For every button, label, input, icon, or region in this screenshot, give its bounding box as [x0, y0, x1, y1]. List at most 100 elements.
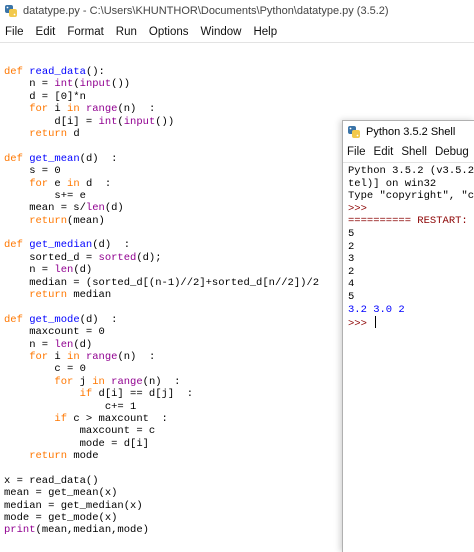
code-line: def get_mean(d) :: [4, 153, 319, 165]
code-line: median = (sorted_d[(n-1)//2]+sorted_d[n/…: [4, 277, 319, 289]
code-line: return(mean): [4, 215, 319, 227]
code-editor[interactable]: def read_data(): n = int(input()) d = [0…: [4, 66, 319, 537]
code-token: sorted: [98, 251, 137, 264]
editor-menu-file[interactable]: File: [0, 22, 30, 42]
code-token: (n) :: [117, 350, 156, 363]
code-token: i: [54, 103, 68, 116]
editor-menu-window[interactable]: Window: [195, 22, 248, 42]
code-token: (d) :: [92, 239, 131, 252]
shell-line-text: 3.2 3.0 2: [348, 303, 405, 316]
code-line: maxcount = c: [4, 425, 319, 437]
code-token: return: [4, 127, 74, 140]
code-token: for: [4, 177, 55, 190]
code-token: median = (sorted_d[(n-1)//2]+sorted_d[n/…: [4, 276, 320, 289]
code-token: mode = get_mode(x): [4, 512, 118, 525]
text-cursor: [375, 316, 377, 329]
code-token: d = [0]*n: [4, 90, 86, 103]
editor-menu-format[interactable]: Format: [61, 22, 109, 42]
shell-line: 5: [348, 291, 474, 304]
code-token: in: [92, 375, 112, 388]
code-token: input: [123, 115, 156, 128]
shell-menu-debug[interactable]: Debug: [431, 142, 473, 162]
code-token: median = get_median(x): [4, 499, 143, 512]
code-token: c = 0: [4, 363, 86, 376]
code-token: return: [4, 289, 74, 302]
code-line: sorted_d = sorted(d);: [4, 252, 319, 264]
code-token: d[i] == d[j] :: [98, 388, 194, 401]
shell-output-area[interactable]: Python 3.5.2 (v3.5.2:4def2a2901a5, Jun 2…: [343, 163, 474, 331]
code-token: print: [4, 524, 36, 537]
code-line: c+= 1: [4, 401, 319, 413]
code-token: range: [85, 103, 118, 116]
shell-line: ========== RESTART: C:\Users\KHUNTHOR\Do…: [348, 215, 474, 228]
code-token: x = read_data(): [4, 474, 99, 487]
code-line: def read_data():: [4, 66, 319, 78]
shell-line-text: 5: [348, 290, 355, 303]
editor-menu-edit[interactable]: Edit: [30, 22, 62, 42]
shell-menu-file[interactable]: File: [343, 142, 370, 162]
code-line: return mode: [4, 450, 319, 462]
code-token: (n) :: [142, 375, 181, 388]
shell-line-text: Type "copyright", "credits" or "license(…: [348, 190, 474, 203]
code-line: if c > maxcount :: [4, 413, 319, 425]
code-line: mode = get_mode(x): [4, 512, 319, 524]
shell-line-text: 4: [348, 278, 355, 291]
code-line: return median: [4, 289, 319, 301]
python-idle-icon: [348, 125, 360, 138]
shell-menu-shell[interactable]: Shell: [397, 142, 431, 162]
editor-title: datatype.py - C:\Users\KHUNTHOR\Document…: [23, 5, 389, 17]
shell-window: Python 3.5.2 Shell FileEditShellDebugOpt…: [342, 120, 474, 552]
code-token: ()): [155, 115, 175, 128]
editor-menu-options[interactable]: Options: [143, 22, 195, 42]
code-token: def: [4, 313, 30, 326]
code-token: int: [54, 78, 74, 91]
code-line: d = [0]*n: [4, 91, 319, 103]
code-line: for i in range(n) :: [4, 351, 319, 363]
editor-menu-help[interactable]: Help: [247, 22, 283, 42]
editor-titlebar[interactable]: datatype.py - C:\Users\KHUNTHOR\Document…: [0, 0, 474, 22]
shell-menubar: FileEditShellDebugOptions: [343, 142, 474, 162]
code-token: if: [4, 412, 74, 425]
code-token: s = 0: [4, 165, 61, 178]
code-token: maxcount = 0: [4, 326, 105, 339]
code-line: n = int(input()): [4, 78, 319, 90]
code-token: in: [67, 177, 86, 190]
code-line: s = 0: [4, 165, 319, 177]
code-token: (n) :: [117, 103, 156, 116]
editor-menu-run[interactable]: Run: [110, 22, 143, 42]
code-token: return: [4, 214, 68, 227]
code-token: (d): [73, 338, 93, 351]
code-token: j: [79, 375, 93, 388]
python-idle-icon: [5, 5, 17, 17]
code-token: def: [4, 239, 30, 252]
code-token: for: [4, 375, 80, 388]
code-token: (d): [104, 202, 124, 215]
code-token: maxcount = c: [4, 425, 156, 438]
code-token: get_median: [29, 239, 93, 252]
code-token: in: [67, 103, 86, 116]
code-token: (d): [73, 264, 93, 277]
shell-line: 3.2 3.0 2: [348, 304, 474, 317]
code-token: read_data: [29, 66, 86, 78]
code-line: if d[i] == d[j] :: [4, 388, 319, 400]
shell-line-text: >>>: [348, 202, 374, 215]
code-line: for i in range(n) :: [4, 103, 319, 115]
shell-menu-edit[interactable]: Edit: [370, 142, 398, 162]
shell-titlebar[interactable]: Python 3.5.2 Shell: [343, 121, 474, 142]
code-token: range: [111, 375, 143, 388]
shell-line: 3: [348, 253, 474, 266]
code-token: (d);: [136, 251, 162, 264]
code-token: get_mean: [29, 152, 80, 165]
code-line: for j in range(n) :: [4, 376, 319, 388]
code-token: int: [98, 115, 118, 128]
shell-line: 4: [348, 278, 474, 291]
code-token: c > maxcount :: [73, 412, 168, 425]
shell-line: 2: [348, 266, 474, 279]
code-line: s+= e: [4, 190, 319, 202]
code-token: d[i] =: [4, 115, 99, 128]
code-token: return: [4, 450, 74, 463]
shell-line-text: >>>: [348, 318, 374, 331]
